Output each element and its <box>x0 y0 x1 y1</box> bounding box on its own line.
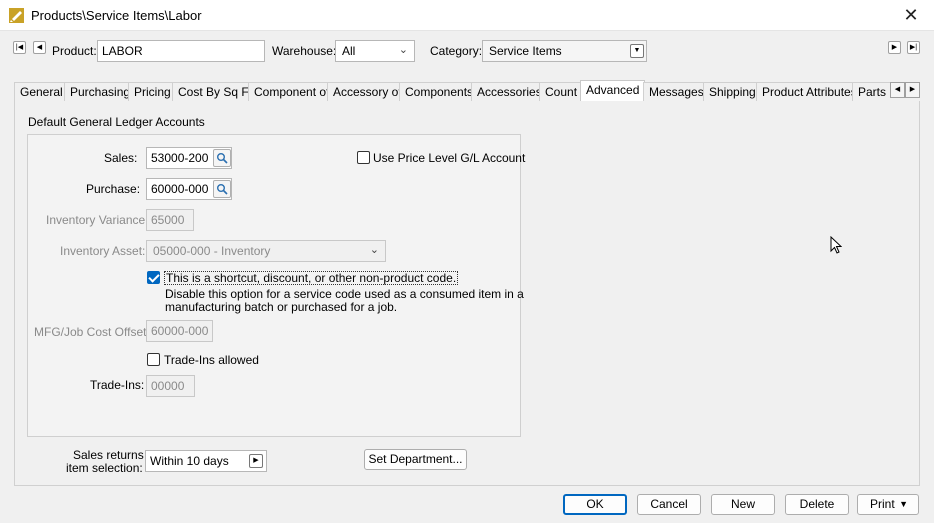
mfg-job-cost-offset-label: MFG/Job Cost Offset <box>34 325 147 339</box>
tradeins-label: Trade-Ins: <box>90 378 145 392</box>
warehouse-label: Warehouse: <box>272 44 337 58</box>
sales-label: Sales: <box>104 151 138 165</box>
print-button[interactable]: Print ▼ <box>857 494 919 515</box>
sales-returns-arrow-icon[interactable]: ▶ <box>249 454 263 468</box>
app-icon <box>9 8 24 23</box>
purchase-label: Purchase: <box>86 182 141 196</box>
shortcut-help-line-1: Disable this option for a service code u… <box>165 287 524 301</box>
category-label: Category: <box>430 44 483 58</box>
tab-components[interactable]: Components <box>399 82 480 101</box>
sales-search-icon[interactable] <box>213 149 231 167</box>
tradeins-input[interactable]: 00000 <box>146 375 195 397</box>
item-selection-label: item selection: <box>66 461 143 475</box>
use-price-level-label: Use Price Level G/L Account <box>373 151 526 165</box>
warehouse-select[interactable]: All ⌄ <box>335 40 415 62</box>
first-record-icon[interactable]: |◀ <box>13 41 26 54</box>
tab-count[interactable]: Count <box>539 82 584 101</box>
tab-cost-by-sq-ft[interactable]: Cost By Sq Ft <box>172 82 259 101</box>
tab-strip: General Purchasing Pricing Cost By Sq Ft… <box>14 80 920 102</box>
print-button-label: Print <box>870 497 895 511</box>
tab-general[interactable]: General <box>14 82 69 101</box>
tab-purchasing[interactable]: Purchasing <box>64 82 137 101</box>
shortcut-checkbox[interactable] <box>147 271 160 284</box>
delete-button[interactable]: Delete <box>785 494 849 515</box>
tab-shipping[interactable]: Shipping <box>703 82 762 101</box>
product-label: Product: <box>52 44 97 58</box>
shortcut-label: This is a shortcut, discount, or other n… <box>164 271 459 285</box>
inventory-variance-label: Inventory Variance: <box>46 213 149 227</box>
last-record-icon[interactable]: ▶| <box>907 41 920 54</box>
new-button[interactable]: New <box>711 494 775 515</box>
product-input[interactable]: LABOR <box>97 40 265 62</box>
tab-accessory-of[interactable]: Accessory of <box>327 82 408 101</box>
set-department-button[interactable]: Set Department... <box>364 449 467 470</box>
tab-accessories[interactable]: Accessories <box>471 82 548 101</box>
tab-pricing[interactable]: Pricing <box>128 82 177 101</box>
tab-advanced[interactable]: Advanced <box>580 80 646 101</box>
mfg-job-cost-offset-input[interactable]: 60000-000 <box>146 320 213 342</box>
tab-product-attributes[interactable]: Product Attributes <box>756 82 863 101</box>
tradeins-allowed-label: Trade-Ins allowed <box>164 353 259 367</box>
cancel-button[interactable]: Cancel <box>637 494 701 515</box>
inventory-asset-select[interactable]: 05000-000 - Inventory ⌄ <box>146 240 386 262</box>
sales-returns-label: Sales returns <box>73 448 144 462</box>
category-select[interactable]: Service Items ▼ <box>482 40 647 62</box>
gl-accounts-group-title: Default General Ledger Accounts <box>28 115 205 129</box>
chevron-down-icon: ⌄ <box>398 44 408 56</box>
purchase-search-icon[interactable] <box>213 180 231 198</box>
next-record-icon[interactable]: ▶ <box>888 41 901 54</box>
tab-scroll-right-icon[interactable]: ▶ <box>905 82 920 98</box>
inventory-asset-label: Inventory Asset: <box>60 244 146 258</box>
tradeins-allowed-checkbox[interactable] <box>147 353 160 366</box>
tab-component-of[interactable]: Component of <box>248 82 336 101</box>
cursor-icon <box>830 236 842 254</box>
window-title: Products\Service Items\Labor <box>31 8 202 23</box>
close-icon[interactable]: ✕ <box>888 0 934 31</box>
inventory-asset-value: 05000-000 - Inventory <box>153 244 271 258</box>
chevron-down-icon: ⌄ <box>369 244 379 256</box>
dropdown-arrow-icon: ▼ <box>630 44 644 58</box>
tab-messages[interactable]: Messages <box>643 82 710 101</box>
use-price-level-checkbox[interactable] <box>357 151 370 164</box>
ok-button[interactable]: OK <box>563 494 627 515</box>
tab-scroll-left-icon[interactable]: ◀ <box>890 82 905 98</box>
title-bar: Products\Service Items\Labor ✕ <box>0 0 934 31</box>
inventory-variance-input[interactable]: 65000 <box>146 209 194 231</box>
warehouse-value: All <box>342 44 356 58</box>
caret-down-icon: ▼ <box>899 499 908 509</box>
shortcut-help-line-2: manufacturing batch or purchased for a j… <box>165 300 398 314</box>
prev-record-icon[interactable]: ◀ <box>33 41 46 54</box>
category-value: Service Items <box>489 44 562 58</box>
